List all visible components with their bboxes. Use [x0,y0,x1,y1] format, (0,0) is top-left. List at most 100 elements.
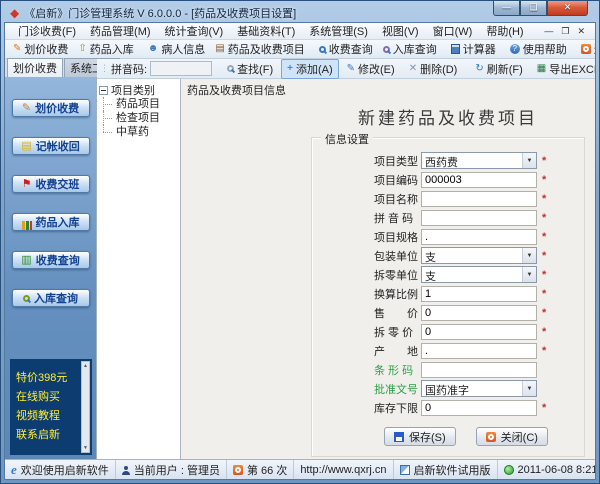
tab-pricing-charge[interactable]: 划价收费 [7,58,63,77]
menu-drug-management[interactable]: 药品管理(M) [83,22,158,40]
scroll-up-icon[interactable]: ▲ [83,363,88,369]
tree-root-item[interactable]: 项目类别 [99,83,178,97]
minimize-button[interactable]: — [493,1,520,16]
mdi-restore-button[interactable]: ❐ [561,25,569,37]
promo-link-video-tutorial[interactable]: 视频教程 [16,407,78,426]
item-type-select[interactable]: 西药费 ▼ [421,152,537,169]
retail-unit-select[interactable]: 支 ▼ [421,266,537,283]
save-disk-icon [394,432,404,442]
menu-view[interactable]: 视图(V) [375,22,426,40]
toolbar-exit-button[interactable]: 退出系统 [576,40,596,58]
search-icon [23,295,30,302]
close-form-button[interactable]: 关闭(C) [476,427,548,446]
pinyin-code-input[interactable] [421,210,537,226]
help-icon: ? [510,44,520,54]
sidebar-charge-shift-button[interactable]: ⚑ 收费交班 [12,175,90,193]
origin-input[interactable] [421,343,537,359]
sidebar-charge-query-button[interactable]: ▥ 收费查询 [12,251,90,269]
toolbar-help-button[interactable]: ? 使用帮助 [505,40,572,58]
delete-button[interactable]: ✕ 删除(D) [403,59,464,79]
chevron-down-icon[interactable]: ▼ [522,381,536,396]
promo-link-price[interactable]: 特价398元 [16,369,78,388]
promo-scrollbar[interactable]: ▲ ▼ [81,361,90,453]
tree-collapse-icon[interactable] [99,86,108,95]
retail-price-input[interactable] [421,324,537,340]
patient-icon: ☻ [148,44,159,54]
menu-system-management[interactable]: 系统管理(S) [302,22,375,40]
form-row: 拆 零 价 * [374,322,584,341]
chevron-down-icon[interactable]: ▼ [522,153,536,168]
window-title: 《启新》门诊管理系统 V 6.0.0.0 - [药品及收费项目设置] [24,5,296,21]
tree-item-exam[interactable]: 检查项目 [103,111,178,125]
toolbar-charge-query-button[interactable]: 收费查询 [314,40,378,58]
sidebar-pricing-charge-button[interactable]: ✎ 划价收费 [12,99,90,117]
required-asterisk: * [542,231,546,243]
tree-item-herbal[interactable]: 中草药 [103,125,178,139]
form-row: 项目编码 * [374,170,584,189]
form-row: 换算比例 * [374,284,584,303]
mdi-close-button[interactable]: ✕ [577,25,585,37]
form-row: 拼 音 码 * [374,208,584,227]
title-bar: ◆ 《启新》门诊管理系统 V 6.0.0.0 - [药品及收费项目设置] — ❑… [4,1,596,22]
toolbar-drug-charge-items-button[interactable]: ▤ 药品及收费项目 [210,40,309,58]
sidebar-credit-recovery-button[interactable]: ▤ 记帐收回 [12,137,90,155]
barcode-input[interactable] [421,362,537,378]
export-excel-button[interactable]: ▦ 导出EXCEL [531,59,596,79]
website-link[interactable]: http://www.qxrj.cn [300,464,386,476]
item-code-input[interactable] [421,172,537,188]
maximize-button[interactable]: ❑ [520,1,547,16]
add-button[interactable]: + 添加(A) [281,59,339,79]
stock-lower-limit-input[interactable] [421,400,537,416]
find-button[interactable]: 查找(F) [221,59,279,79]
pinyin-search-input[interactable] [150,61,212,76]
tree-children: 药品项目 检查项目 中草药 [103,97,178,139]
calculator-icon [451,44,460,54]
close-button[interactable]: ✕ [547,1,588,16]
refresh-button[interactable]: ↻ 刷新(F) [469,59,528,79]
app-icon: ◆ [10,7,19,19]
toolbar-pricing-charge-button[interactable]: ✎ 划价收费 [8,40,73,58]
form-row: 条 形 码 [374,360,584,379]
counter-icon [233,465,243,475]
save-button[interactable]: 保存(S) [384,427,456,446]
item-name-input[interactable] [421,191,537,207]
close-circle-icon [486,432,496,442]
edit-button[interactable]: ✎ 修改(E) [341,59,401,79]
toolbar-drug-inbound-button[interactable]: ⇧ 药品入库 [73,40,138,58]
promo-panel: 特价398元 在线购买 视频教程 联系启新 ▲ ▼ [10,359,92,455]
approval-number-select[interactable]: 国药准字 ▼ [421,380,537,397]
promo-link-contact[interactable]: 联系启新 [16,426,78,445]
mdi-minimize-button[interactable]: — [544,25,553,37]
menu-statistics-query[interactable]: 统计查询(V) [158,22,231,40]
left-column: 划价收费 系统工具 ✎ 划价收费 ▤ 记帐收回 ⚑ 收费交班 [5,59,97,459]
package-unit-select[interactable]: 支 ▼ [421,247,537,264]
toolbar-inbound-query-button[interactable]: 入库查询 [378,40,442,58]
scroll-down-icon[interactable]: ▼ [83,445,88,451]
required-asterisk: * [542,269,546,281]
sidebar-drug-inbound-button[interactable]: 药品入库 [12,213,90,231]
group-label: 信息设置 [321,131,373,147]
chevron-down-icon[interactable]: ▼ [522,248,536,263]
item-spec-input[interactable] [421,229,537,245]
sale-price-input[interactable] [421,305,537,321]
info-settings-group: 信息设置 项目类型 西药费 ▼ * [311,137,585,457]
menu-outpatient-charge[interactable]: 门诊收费(F) [11,22,83,40]
green-book-icon: ▥ [21,255,31,265]
excel-icon: ▦ [537,64,546,74]
menu-help[interactable]: 帮助(H) [479,22,530,40]
promo-link-buy-online[interactable]: 在线购买 [16,388,78,407]
toolbar-patient-info-button[interactable]: ☻ 病人信息 [143,40,211,58]
tree-item-drug[interactable]: 药品项目 [103,97,178,111]
sidebar-inbound-query-button[interactable]: 入库查询 [12,289,90,307]
chevron-down-icon[interactable]: ▼ [522,267,536,282]
toolbar-calculator-button[interactable]: 计算器 [446,40,501,58]
menu-window[interactable]: 窗口(W) [426,22,480,40]
conversion-ratio-input[interactable] [421,286,537,302]
form-row: 项目规格 * [374,227,584,246]
form-row: 包装单位 支 ▼ * [374,246,584,265]
status-datetime: 2011-06-08 8:21:31 [498,460,596,479]
form-title: 新建药品及收费项目 [311,104,585,129]
exit-icon [581,44,591,54]
refresh-icon: ↻ [475,64,483,74]
menu-base-data[interactable]: 基础资料(T) [230,22,302,40]
